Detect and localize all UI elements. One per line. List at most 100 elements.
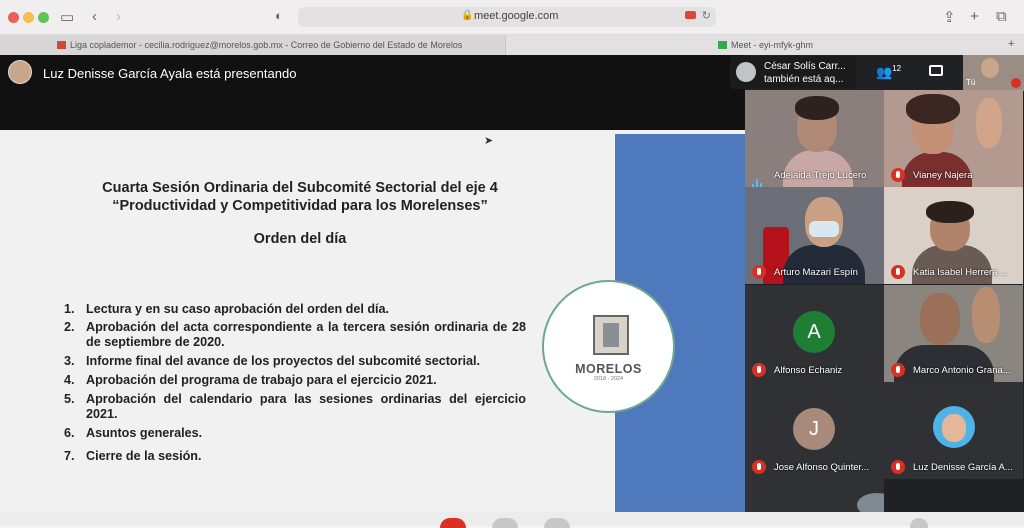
agenda-item: 4. Aprobación del programa de trabajo par…: [64, 373, 526, 388]
agenda-number: 3.: [64, 354, 75, 368]
tab-label: Liga coplademor - cecilia.rodriguez@more…: [70, 40, 463, 50]
agenda-number: 7.: [64, 449, 75, 463]
morelos-logo: MORELOS 2018 - 2024: [542, 280, 675, 413]
participant-tile[interactable]: Luz Denisse García A...: [884, 382, 1023, 479]
participant-tile[interactable]: [884, 479, 1023, 512]
zoom-window-button[interactable]: [38, 12, 49, 23]
back-icon[interactable]: ‹: [92, 8, 97, 25]
camera-in-use-icon[interactable]: [685, 11, 696, 19]
mic-off-icon: [891, 460, 905, 474]
participant-count: 12: [892, 64, 902, 73]
participant-tile[interactable]: Arturo Mazari Espín: [745, 187, 884, 284]
participant-tile[interactable]: Adelaida Trejo Lucero: [745, 90, 884, 187]
also-presenting-name: César Solís Carr...: [764, 61, 846, 72]
participant-name: Luz Denisse García A...: [913, 462, 1013, 473]
slide-title-line2: “Productividad y Competitividad para los…: [112, 198, 488, 214]
participant-initial: J: [793, 408, 835, 450]
chat-icon[interactable]: [929, 65, 943, 76]
participant-name: Adelaida Trejo Lucero: [774, 170, 867, 181]
agenda-number: 2.: [64, 320, 75, 334]
mic-off-icon: [752, 363, 766, 377]
tab-meet[interactable]: Meet - eyi-mfyk-ghm: [718, 40, 813, 50]
participant-name: Vianey Najera: [913, 170, 973, 181]
address-bar[interactable]: 🔒 meet.google.com ↻: [298, 7, 716, 27]
slide-title: Cuarta Sesión Ordinaria del Subcomité Se…: [20, 179, 580, 215]
participant-name: Jose Alfonso Quinter...: [774, 462, 870, 473]
self-face: [981, 58, 999, 78]
mic-off-icon: [752, 460, 766, 474]
add-tab-icon[interactable]: +: [1008, 38, 1014, 50]
agenda-item: 3. Informe final del avance de los proyec…: [64, 354, 526, 369]
logo-text: MORELOS: [575, 362, 642, 376]
agenda-number: 6.: [64, 426, 75, 440]
mic-off-icon: [1011, 78, 1021, 88]
mic-off-icon: [752, 265, 766, 279]
agenda-number: 4.: [64, 373, 75, 387]
mic-toggle-button[interactable]: [440, 518, 466, 528]
agenda-number: 5.: [64, 392, 75, 406]
logo-years: 2018 - 2024: [593, 376, 624, 382]
agenda-text: Aprobación del calendario para las sesio…: [86, 392, 526, 421]
tab-strip: Liga coplademor - cecilia.rodriguez@more…: [0, 35, 1024, 55]
agenda-item: 5. Aprobación del calendario para las ses…: [64, 392, 526, 422]
browser-toolbar: ▭ ‹ › ◐ 🔒 meet.google.com ↻ ⇪ + ⧉: [0, 0, 1024, 35]
agenda-text: Aprobación del acta correspondiente a la…: [86, 320, 526, 349]
new-tab-icon[interactable]: +: [970, 8, 979, 25]
agenda-text: Lectura y en su caso aprobación del orde…: [86, 302, 390, 316]
gmail-icon: [57, 41, 66, 49]
presented-slide: ➤ Cuarta Sesión Ordinaria del Subcomité …: [0, 130, 745, 512]
mic-off-icon: [891, 363, 905, 377]
present-button[interactable]: [544, 518, 570, 528]
participant-tile[interactable]: [745, 479, 884, 512]
self-label: Tú: [966, 78, 976, 87]
tab-gmail[interactable]: Liga coplademor - cecilia.rodriguez@more…: [0, 35, 506, 55]
participant-tile[interactable]: J Jose Alfonso Quinter...: [745, 382, 884, 479]
agenda-text: Asuntos generales.: [86, 426, 203, 440]
meet-icon: [718, 41, 727, 49]
participant-tile[interactable]: Marco Antonio Grana...: [884, 285, 1023, 382]
camera-toggle-button[interactable]: [492, 518, 518, 528]
self-view[interactable]: Tú: [963, 55, 1024, 91]
mic-off-icon: [891, 168, 905, 182]
also-presenting-card[interactable]: César Solís Carr... también está aq...: [730, 56, 856, 89]
slide-title-line1: Cuarta Sesión Ordinaria del Subcomité Se…: [102, 180, 498, 196]
privacy-shield-icon[interactable]: ◐: [275, 8, 283, 23]
participant-name: Arturo Mazari Espín: [774, 267, 858, 278]
presentation-header: Luz Denisse García Ayala está presentand…: [0, 55, 745, 130]
tab-overview-icon[interactable]: ⧉: [996, 8, 1007, 25]
agenda-item: 7. Cierre de la sesión.: [64, 449, 526, 464]
participant-name: Katia Isabel Herrera ...: [913, 267, 1009, 278]
participant-tile[interactable]: A Alfonso Echaniz: [745, 285, 884, 382]
also-presenting-status: también está aq...: [764, 74, 844, 85]
agenda-item: 2. Aprobación del acta correspondiente a …: [64, 320, 526, 350]
agenda-text: Informe final del avance de los proyecto…: [86, 354, 481, 368]
activities-button[interactable]: [910, 518, 928, 528]
participant-tile[interactable]: Katia Isabel Herrera ...: [884, 187, 1023, 284]
agenda-number: 1.: [64, 302, 75, 316]
mic-off-icon: [891, 265, 905, 279]
agenda-list: 1. Lectura y en su caso aprobación del or…: [64, 302, 526, 464]
presenter-avatar: [8, 60, 32, 84]
people-icon: 👥: [876, 64, 893, 80]
speaking-indicator-icon: [752, 170, 764, 187]
reload-icon[interactable]: ↻: [702, 9, 711, 22]
sidebar-icon[interactable]: ▭: [60, 8, 74, 26]
presenting-label: Luz Denisse García Ayala está presentand…: [43, 66, 297, 81]
mouse-cursor-icon: ➤: [484, 135, 494, 147]
minimize-window-button[interactable]: [23, 12, 34, 23]
forward-icon[interactable]: ›: [116, 8, 121, 25]
participant-tile[interactable]: Vianey Najera: [884, 90, 1023, 187]
close-window-button[interactable]: [8, 12, 19, 23]
participant-name: Alfonso Echaniz: [774, 365, 843, 376]
participant-name: Marco Antonio Grana...: [913, 365, 1011, 376]
agenda-text: Aprobación del programa de trabajo para …: [86, 373, 437, 387]
tab-label: Meet - eyi-mfyk-ghm: [731, 40, 814, 50]
share-icon[interactable]: ⇪: [943, 8, 956, 26]
people-button[interactable]: 👥12: [876, 64, 901, 80]
agenda-item: 6. Asuntos generales.: [64, 426, 526, 441]
coat-of-arms-icon: [593, 315, 629, 355]
meeting-controls: [0, 512, 1024, 528]
participant-initial: A: [793, 311, 835, 353]
avatar: [736, 62, 756, 82]
url-text: meet.google.com: [474, 10, 559, 22]
